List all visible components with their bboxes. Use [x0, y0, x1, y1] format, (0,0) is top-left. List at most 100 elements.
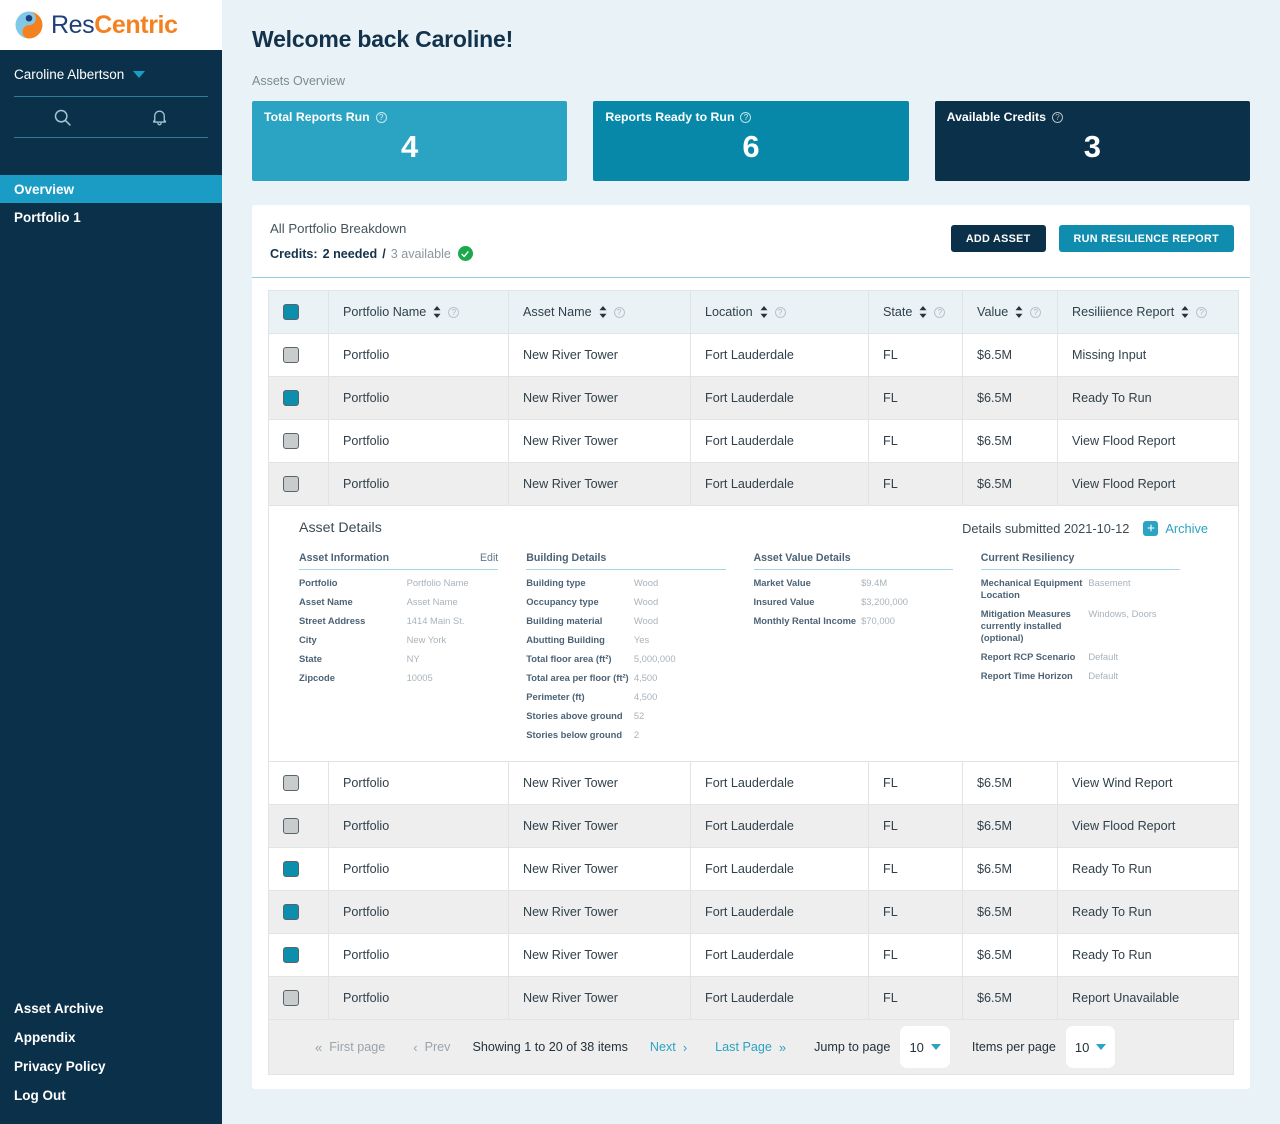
sidebar-item-privacy-policy[interactable]: Privacy Policy — [0, 1052, 222, 1081]
first-page-button[interactable]: « First page — [315, 1040, 385, 1055]
detail-key: Mechanical Equipment Location — [980, 577, 1083, 600]
row-checkbox[interactable] — [283, 947, 299, 963]
sort-icon[interactable] — [599, 306, 607, 318]
jump-to-page-label: Jump to page — [814, 1040, 891, 1054]
jump-to-page-select[interactable]: 10 — [900, 1026, 950, 1068]
stat-card-label: Available Credits ? — [947, 110, 1238, 124]
help-icon[interactable]: ? — [375, 111, 387, 123]
row-select-cell[interactable] — [268, 419, 329, 463]
row-checkbox[interactable] — [283, 476, 299, 492]
help-icon[interactable]: ? — [774, 306, 786, 318]
row-checkbox[interactable] — [283, 861, 299, 877]
run-resilience-report-button[interactable]: RUN RESILIENCE REPORT — [1058, 225, 1234, 252]
edit-asset-information-link[interactable]: Edit — [480, 552, 498, 564]
help-icon[interactable]: ? — [1051, 111, 1063, 123]
sidebar-item-log-out[interactable]: Log Out — [0, 1081, 222, 1110]
help-icon[interactable]: ? — [1196, 306, 1208, 318]
table-row[interactable]: Portfolio New River Tower Fort Lauderdal… — [268, 890, 1239, 934]
sort-icon[interactable] — [1181, 306, 1189, 318]
sort-icon[interactable] — [919, 306, 927, 318]
sort-icon[interactable] — [433, 306, 441, 318]
row-select-cell[interactable] — [268, 761, 329, 805]
sidebar-item-asset-archive[interactable]: Asset Archive — [0, 994, 222, 1023]
select-all-checkbox[interactable] — [283, 304, 299, 320]
table-row[interactable]: Portfolio New River Tower Fort Lauderdal… — [268, 333, 1239, 377]
prev-page-button[interactable]: ‹ Prev — [413, 1040, 450, 1055]
table-row[interactable]: Portfolio New River Tower Fort Lauderdal… — [268, 976, 1239, 1020]
row-select-cell[interactable] — [268, 933, 329, 977]
table-row[interactable]: Portfolio New River Tower Fort Lauderdal… — [268, 376, 1239, 420]
user-menu[interactable]: Caroline Albertson — [0, 50, 222, 96]
cell-portfolio: Portfolio — [328, 933, 509, 977]
help-icon[interactable]: ? — [934, 306, 946, 318]
table-row[interactable]: Portfolio New River Tower Fort Lauderdal… — [268, 419, 1239, 463]
row-select-cell[interactable] — [268, 847, 329, 891]
details-group-building-details: Building Details Building type Wood Occup… — [526, 552, 753, 741]
cell-report-status[interactable]: Ready To Run — [1057, 376, 1239, 420]
row-select-cell[interactable] — [268, 804, 329, 848]
select-all-header[interactable] — [268, 290, 329, 334]
table-row[interactable]: Portfolio New River Tower Fort Lauderdal… — [268, 804, 1239, 848]
cell-value: $6.5M — [962, 462, 1058, 506]
cell-location: Fort Lauderdale — [690, 933, 869, 977]
column-header-resilience-report[interactable]: Resiliience Report ? — [1057, 290, 1239, 334]
sidebar-item-portfolio-1[interactable]: Portfolio 1 — [0, 203, 222, 231]
cell-report-status[interactable]: Ready To Run — [1057, 933, 1239, 977]
help-icon[interactable]: ? — [448, 306, 460, 318]
column-header-value[interactable]: Value ? — [962, 290, 1058, 334]
archive-button[interactable]: Archive — [1143, 520, 1208, 536]
detail-value: Asset Name — [406, 596, 458, 607]
table-row[interactable]: Portfolio New River Tower Fort Lauderdal… — [268, 462, 1239, 506]
sort-icon[interactable] — [760, 306, 768, 318]
last-page-button[interactable]: Last Page » — [715, 1040, 786, 1055]
sidebar-item-overview[interactable]: Overview — [0, 175, 222, 203]
row-checkbox[interactable] — [283, 390, 299, 406]
row-select-cell[interactable] — [268, 376, 329, 420]
cell-report-status[interactable]: View Wind Report — [1057, 761, 1239, 805]
cell-report-status[interactable]: Ready To Run — [1057, 847, 1239, 891]
help-icon[interactable]: ? — [613, 306, 625, 318]
row-select-cell[interactable] — [268, 462, 329, 506]
cell-report-status[interactable]: Report Unavailable — [1057, 976, 1239, 1020]
cell-report-status[interactable]: Ready To Run — [1057, 890, 1239, 934]
detail-key: Stories above ground — [526, 710, 623, 721]
cell-report-status[interactable]: View Flood Report — [1057, 804, 1239, 848]
row-checkbox[interactable] — [283, 775, 299, 791]
help-icon[interactable]: ? — [740, 111, 752, 123]
help-icon[interactable]: ? — [1030, 306, 1042, 318]
detail-key: Insured Value — [753, 596, 815, 607]
row-checkbox[interactable] — [283, 347, 299, 363]
stat-card-value: 6 — [742, 129, 760, 164]
row-checkbox[interactable] — [283, 818, 299, 834]
row-select-cell[interactable] — [268, 976, 329, 1020]
column-header-state[interactable]: State ? — [868, 290, 963, 334]
row-select-cell[interactable] — [268, 890, 329, 934]
row-checkbox[interactable] — [283, 904, 299, 920]
logo-bar[interactable]: ResCentric — [0, 0, 222, 50]
sort-icon[interactable] — [1015, 306, 1023, 318]
cell-report-status[interactable]: View Flood Report — [1057, 419, 1239, 463]
row-select-cell[interactable] — [268, 333, 329, 377]
column-header-location[interactable]: Location ? — [690, 290, 869, 334]
table-row[interactable]: Portfolio New River Tower Fort Lauderdal… — [268, 761, 1239, 805]
cell-asset: New River Tower — [508, 847, 691, 891]
search-button[interactable] — [14, 107, 111, 128]
table-row[interactable]: Portfolio New River Tower Fort Lauderdal… — [268, 933, 1239, 977]
cell-location: Fort Lauderdale — [690, 804, 869, 848]
row-checkbox[interactable] — [283, 990, 299, 1006]
next-page-button[interactable]: Next › — [650, 1040, 687, 1055]
detail-value: 2 — [633, 729, 640, 740]
table-row[interactable]: Portfolio New River Tower Fort Lauderdal… — [268, 847, 1239, 891]
cell-report-status[interactable]: Missing Input — [1057, 333, 1239, 377]
sidebar-nav: Overview Portfolio 1 — [0, 175, 222, 231]
items-per-page-select[interactable]: 10 — [1065, 1026, 1116, 1068]
column-header-portfolio-name[interactable]: Portfolio Name ? — [328, 290, 509, 334]
credits-summary: Credits: 2 needed / 3 available — [270, 246, 951, 261]
add-asset-button[interactable]: ADD ASSET — [950, 225, 1046, 252]
cell-report-status[interactable]: View Flood Report — [1057, 462, 1239, 506]
row-checkbox[interactable] — [283, 433, 299, 449]
sidebar-item-appendix[interactable]: Appendix — [0, 1023, 222, 1052]
first-page-label: First page — [329, 1040, 386, 1054]
column-header-asset-name[interactable]: Asset Name ? — [508, 290, 691, 334]
notifications-button[interactable] — [111, 107, 208, 128]
